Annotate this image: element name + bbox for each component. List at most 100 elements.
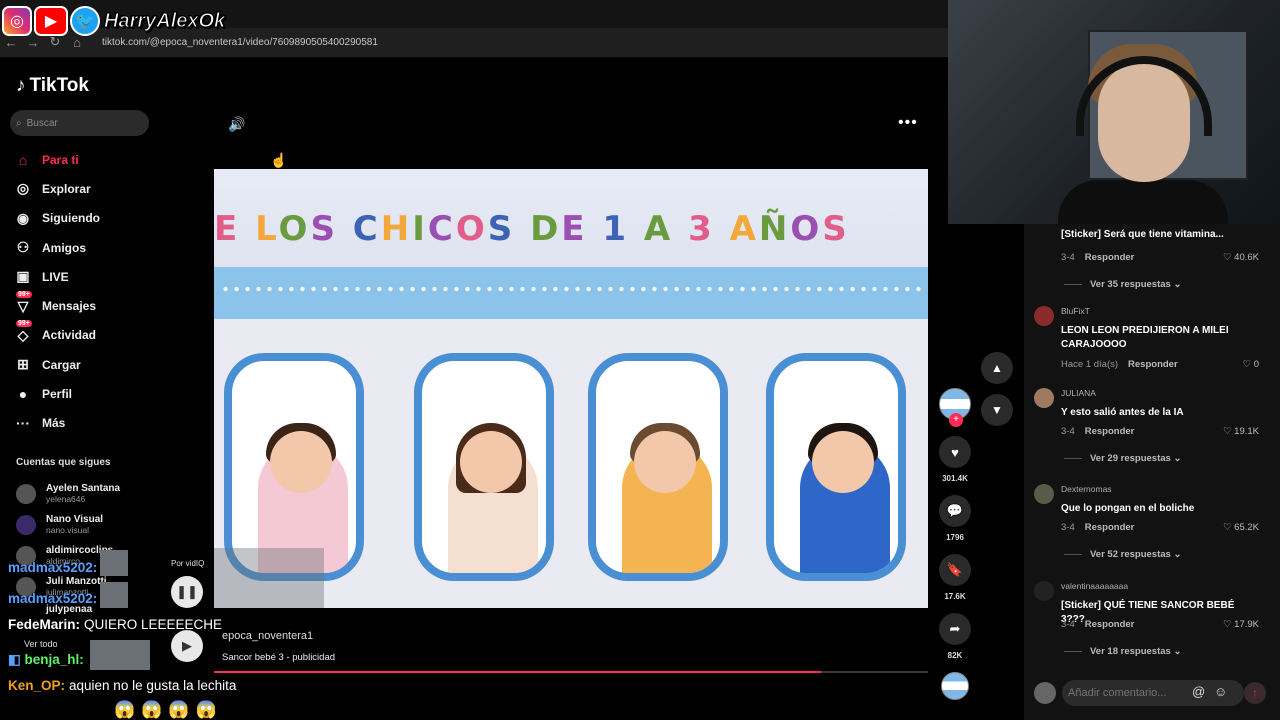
menu-label: LIVE bbox=[42, 269, 69, 284]
avatar bbox=[16, 514, 36, 535]
avatar[interactable] bbox=[1034, 388, 1054, 408]
more-options-icon[interactable]: ••• bbox=[898, 114, 918, 132]
menu-label: Perfil bbox=[42, 387, 73, 402]
comment-user[interactable]: JULIANA bbox=[1061, 388, 1096, 398]
chat-message: Ken_OP: aquien no le gusta la lechita bbox=[8, 678, 236, 693]
chat-text: aquien no le gusta la lechita bbox=[69, 678, 237, 693]
account-name: Juli Manzotti bbox=[46, 576, 107, 587]
avatar[interactable] bbox=[1034, 306, 1054, 326]
save-count: 17.6K bbox=[944, 592, 966, 601]
bookmark-icon[interactable]: 🔖 bbox=[939, 554, 971, 586]
video-description: Sancor bebé 3 - publicidad bbox=[222, 652, 336, 663]
music-disc-avatar[interactable] bbox=[941, 672, 969, 700]
chat-message: FedeMarin: QUIERO LEEEEECHE bbox=[8, 617, 222, 632]
comment-meta: 3-4 Responder bbox=[1061, 252, 1134, 263]
volume-icon[interactable]: 🔊 bbox=[228, 116, 245, 133]
followed-account[interactable]: Nano Visual nano.visual bbox=[16, 509, 120, 540]
reply-button[interactable]: Responder bbox=[1085, 252, 1135, 263]
followed-account[interactable]: Ayelen Santana yelena646 bbox=[16, 478, 120, 509]
comment-likes[interactable]: ♡ 17.9K bbox=[1223, 619, 1259, 630]
share-icon[interactable]: ➦ bbox=[939, 613, 971, 645]
comment-likes[interactable]: ♡ 65.2K bbox=[1223, 522, 1259, 533]
child-head bbox=[460, 431, 522, 493]
menu-label: Explorar bbox=[42, 181, 91, 196]
menu-item-mensajes[interactable]: ▽ 99+ Mensajes bbox=[14, 290, 100, 320]
streamer-handle: HarryAlexOk bbox=[103, 9, 226, 32]
video-progress-bar[interactable] bbox=[214, 671, 928, 673]
following-icon: ◉ bbox=[16, 209, 30, 226]
video-rail bbox=[214, 267, 928, 319]
chat-username: benja_hl: bbox=[24, 652, 84, 667]
tiktok-logo[interactable]: ♪ TikTok bbox=[16, 75, 89, 97]
view-replies[interactable]: Ver 52 respuestas ⌄ bbox=[1064, 549, 1181, 560]
search-placeholder: Buscar bbox=[26, 117, 58, 129]
replies-label: Ver 18 respuestas bbox=[1090, 646, 1171, 657]
chevron-up-icon[interactable]: ▲ bbox=[981, 352, 1013, 384]
pause-icon[interactable]: ❚❚ bbox=[171, 576, 203, 608]
reply-button[interactable]: Responder bbox=[1085, 426, 1135, 437]
streamer-webcam bbox=[948, 0, 1280, 224]
video-player[interactable]: E LOS CHICOS DE 1 A 3 AÑOS bbox=[214, 169, 928, 608]
search-box[interactable]: ⌕ Buscar bbox=[10, 110, 149, 136]
like-icon[interactable]: ♥ bbox=[939, 436, 971, 468]
follow-plus-icon[interactable]: + bbox=[949, 413, 963, 427]
menu-item-perfil[interactable]: ● Perfil bbox=[14, 379, 100, 408]
comment-count: 1796 bbox=[946, 533, 964, 542]
reply-button[interactable]: Responder bbox=[1085, 619, 1135, 630]
notification-badge: 99+ bbox=[16, 290, 32, 298]
comment-user[interactable]: valentinaaaaaaaa bbox=[1061, 581, 1128, 591]
comment-meta: Hace 1 día(s) Responder bbox=[1061, 359, 1178, 370]
chat-avatar-thumb bbox=[90, 640, 150, 670]
menu-item-para-ti[interactable]: ⌂ Para ti bbox=[14, 145, 100, 174]
account-name: Nano Visual bbox=[46, 514, 104, 525]
chevron-down-icon[interactable]: ▼ bbox=[981, 394, 1013, 426]
video-author[interactable]: epoca_noventera1 bbox=[222, 630, 313, 642]
menu-item-actividad[interactable]: ◇ 99+ Actividad bbox=[14, 319, 100, 350]
ver-todo-link[interactable]: Ver todo bbox=[24, 639, 58, 649]
view-replies[interactable]: Ver 35 respuestas ⌄ bbox=[1064, 279, 1181, 290]
menu-item-amigos[interactable]: ⚇ Amigos bbox=[14, 233, 100, 262]
comment-user[interactable]: Dexternomas bbox=[1061, 484, 1112, 494]
comment-icon[interactable]: 💬 bbox=[939, 495, 971, 527]
url-bar[interactable]: tiktok.com/@epoca_noventera1/video/76098… bbox=[102, 37, 378, 48]
activity-icon: ◇ 99+ bbox=[16, 319, 32, 343]
video-window-3 bbox=[588, 353, 728, 581]
compass-icon: ◎ bbox=[16, 180, 30, 197]
view-replies[interactable]: Ver 18 respuestas ⌄ bbox=[1064, 646, 1181, 657]
avatar[interactable] bbox=[1034, 484, 1054, 504]
menu-item-live[interactable]: ▣ LIVE bbox=[14, 262, 100, 291]
send-icon[interactable]: ↑ bbox=[1244, 682, 1266, 704]
view-replies[interactable]: Ver 29 respuestas ⌄ bbox=[1064, 453, 1181, 464]
comment-likes[interactable]: ♡ 19.1K bbox=[1223, 426, 1259, 437]
video-window-1 bbox=[224, 353, 364, 581]
avatar[interactable] bbox=[1034, 581, 1054, 601]
reply-button[interactable]: Responder bbox=[1085, 522, 1135, 533]
mention-icon[interactable]: @ bbox=[1192, 684, 1205, 699]
menu-label: Cargar bbox=[42, 357, 81, 372]
progress-fill bbox=[214, 671, 821, 673]
menu-item-cargar[interactable]: ⊞ Cargar bbox=[14, 350, 100, 379]
creator-avatar[interactable]: + bbox=[939, 388, 971, 427]
chat-message: madmax5202: bbox=[8, 560, 101, 575]
logo-text: TikTok bbox=[29, 75, 89, 96]
menu-label: Amigos bbox=[42, 240, 87, 255]
comment-likes[interactable]: ♡ 0 bbox=[1243, 359, 1259, 370]
reply-button[interactable]: Responder bbox=[1128, 359, 1178, 370]
emoji-icon[interactable]: ☺ bbox=[1214, 684, 1227, 699]
streamer-body bbox=[1058, 180, 1228, 224]
menu-item-explorar[interactable]: ◎ Explorar bbox=[14, 174, 100, 203]
comment-likes[interactable]: ♡ 40.6K bbox=[1223, 252, 1259, 263]
comment-text: Y esto salió antes de la IA bbox=[1061, 407, 1184, 418]
play-icon[interactable]: ▶ bbox=[171, 630, 203, 662]
avatar bbox=[16, 483, 36, 504]
comment-user[interactable]: BluFixT bbox=[1061, 306, 1090, 316]
video-title-text: E LOS CHICOS DE 1 A 3 AÑOS bbox=[214, 209, 850, 249]
video-window-4 bbox=[766, 353, 906, 581]
upload-icon: ⊞ bbox=[17, 356, 29, 373]
notification-badge: 99+ bbox=[16, 319, 32, 327]
comment-date: 3-4 bbox=[1061, 426, 1075, 437]
menu-item-mas[interactable]: ··· Más bbox=[14, 409, 100, 438]
menu-item-siguiendo[interactable]: ◉ Siguiendo bbox=[14, 204, 100, 233]
search-icon: ⌕ bbox=[16, 117, 22, 129]
more-icon: ··· bbox=[16, 415, 30, 432]
